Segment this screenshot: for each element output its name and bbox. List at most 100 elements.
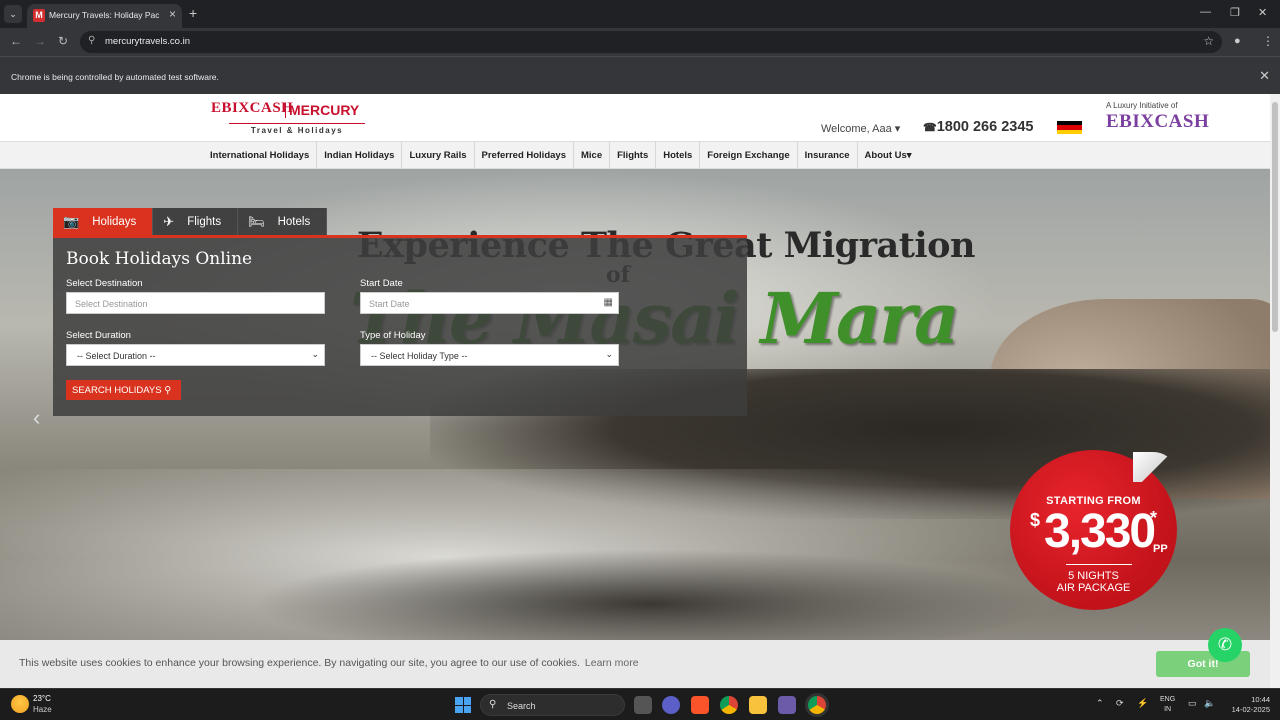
web-page: EBIXCASH MERCURY Travel & Holidays Welco… (0, 94, 1270, 688)
language-indicator[interactable]: ENG IN (1160, 695, 1175, 715)
nav-item-mice[interactable]: Mice (574, 142, 611, 169)
search-button-label: SEARCH HOLIDAYS (72, 385, 162, 396)
booking-tabs: 📷 Holidays ✈ Flights 🛏 Hotels (53, 208, 328, 235)
tab-holidays[interactable]: 📷 Holidays (53, 208, 154, 235)
promo-air-package: AIR PACKAGE (1056, 582, 1131, 594)
whatsapp-icon[interactable]: ✆ (1208, 628, 1242, 662)
bookmark-star-icon[interactable]: ☆ (1203, 34, 1214, 48)
welcome-dropdown[interactable]: Welcome, Aaa ▾ (821, 122, 900, 135)
promo-per-person: PP (1153, 543, 1168, 555)
booking-panel: Book Holidays Online Select Destination … (53, 235, 747, 416)
display-icon[interactable]: ▭ (1188, 698, 1197, 709)
network-icon[interactable]: ⚡ (1137, 698, 1148, 709)
nav-item-preferred-holidays[interactable]: Preferred Holidays (475, 142, 574, 169)
learn-more-link[interactable]: Learn more (585, 657, 639, 669)
tab-list-button[interactable]: ⌄ (4, 5, 22, 23)
start-date-label: Start Date (360, 278, 403, 289)
back-icon[interactable]: ← (10, 34, 22, 48)
volume-icon[interactable]: 🔈 (1204, 698, 1215, 709)
tab-flights[interactable]: ✈ Flights (153, 208, 239, 235)
destination-label: Select Destination (66, 278, 143, 289)
destination-placeholder: Select Destination (75, 299, 148, 309)
main-nav: International Holidays Indian Holidays Lux… (0, 141, 1270, 169)
search-holidays-button[interactable]: SEARCH HOLIDAYS ⚲ (66, 380, 181, 400)
luxury-initiative-text: A Luxury Initiative of (1106, 101, 1178, 110)
search-icon: ⚲ (489, 699, 497, 710)
tray-overflow-icon[interactable]: ⌃ (1096, 698, 1104, 709)
browser-tab[interactable]: M Mercury Travels: Holiday Packages × (27, 4, 182, 28)
duration-select[interactable]: -- Select Duration -- ⌄ (66, 344, 325, 366)
clock-time: 10:44 (1251, 695, 1270, 704)
nav-item-international-holidays[interactable]: International Holidays (203, 142, 318, 169)
ebixcash-logo: EBIXCASH (1106, 111, 1210, 132)
nav-item-label: Preferred Holidays (481, 150, 566, 161)
destination-input[interactable]: Select Destination (66, 292, 325, 314)
new-tab-icon[interactable]: + (189, 5, 197, 21)
nav-item-flights[interactable]: Flights (610, 142, 657, 169)
phone-number[interactable]: ☎1800 266 2345 (923, 119, 1033, 135)
chrome-active-icon[interactable] (808, 696, 826, 714)
tab-close-icon[interactable]: × (169, 7, 176, 21)
price-promo-badge[interactable]: STARTING FROM $ 3,330 * PP 5 NIGHTS AIR P… (1010, 450, 1177, 610)
mercury-logo[interactable]: EBIXCASH MERCURY Travel & Holidays (211, 99, 365, 135)
nav-item-foreign-exchange[interactable]: Foreign Exchange (700, 142, 798, 169)
page-scrollbar[interactable] (1270, 94, 1280, 688)
automation-notice: Chrome is being controlled by automated … (11, 72, 219, 82)
brave-icon[interactable] (691, 696, 709, 714)
scroll-thumb[interactable] (1272, 102, 1278, 332)
forward-icon[interactable]: → (34, 34, 46, 48)
logo-ebix-text: EBIXCASH (211, 100, 294, 116)
phone-icon: ☎ (923, 122, 937, 134)
chrome-icon[interactable] (720, 696, 738, 714)
calendar-icon[interactable]: ▦ (604, 297, 613, 308)
nav-item-label: Foreign Exchange (707, 150, 790, 161)
restore-icon[interactable]: ❐ (1230, 6, 1240, 19)
caret-down-icon: ▾ (906, 150, 912, 161)
clock[interactable]: 10:44 14-02-2025 (1226, 695, 1270, 715)
promo-asterisk: * (1150, 508, 1158, 528)
nav-item-label: Flights (617, 150, 649, 161)
holiday-type-select[interactable]: -- Select Holiday Type -- ⌄ (360, 344, 619, 366)
logo-tagline: Travel & Holidays (229, 123, 365, 135)
site-info-icon[interactable]: ⚲ (88, 35, 95, 46)
weather-sun-icon[interactable] (11, 695, 29, 713)
start-date-input[interactable]: Start Date ▦ (360, 292, 619, 314)
caret-down-icon: ▾ (894, 123, 901, 135)
taskbar-search[interactable]: ⚲ Search (480, 694, 625, 716)
app-icon[interactable] (778, 696, 796, 714)
nav-list: International Holidays Indian Holidays Lux… (203, 142, 919, 169)
reload-icon[interactable]: ↻ (58, 34, 68, 48)
nav-item-about-us[interactable]: About Us▾ (858, 142, 919, 169)
address-bar[interactable]: ⚲ mercurytravels.co.in ☆ (80, 31, 1222, 53)
url-text[interactable]: mercurytravels.co.in (105, 36, 190, 47)
minimize-icon[interactable]: — (1200, 6, 1211, 18)
profile-icon[interactable]: ● (1234, 35, 1248, 49)
window-close-icon[interactable]: ✕ (1258, 6, 1267, 19)
nav-item-indian-holidays[interactable]: Indian Holidays (317, 142, 403, 169)
nav-item-hotels[interactable]: Hotels (656, 142, 701, 169)
booking-heading: Book Holidays Online (66, 249, 253, 269)
nav-item-insurance[interactable]: Insurance (798, 142, 858, 169)
nav-item-label: Mice (580, 150, 603, 161)
lang-line1: ENG (1160, 696, 1176, 703)
cookie-message: This website uses cookies to enhance you… (19, 657, 639, 669)
task-view-icon[interactable] (634, 696, 652, 714)
holiday-type-label: Type of Holiday (360, 330, 426, 341)
windows-start-icon[interactable] (455, 697, 471, 713)
nav-item-luxury-rails[interactable]: Luxury Rails (402, 142, 475, 169)
camera-icon: 📷 (63, 213, 80, 229)
browser-tab-bar: ⌄ M Mercury Travels: Holiday Packages × … (0, 0, 1280, 28)
promo-currency: $ (1030, 510, 1041, 530)
carousel-prev-icon[interactable]: ‹ (33, 405, 40, 431)
german-flag-icon[interactable] (1057, 121, 1082, 134)
tab-hotels[interactable]: 🛏 Hotels (238, 208, 328, 235)
menu-icon[interactable]: ⋮ (1262, 34, 1274, 48)
teams-icon[interactable] (662, 696, 680, 714)
start-date-placeholder: Start Date (369, 299, 410, 309)
nav-item-label: Insurance (804, 150, 850, 161)
plane-icon: ✈ (163, 213, 175, 229)
infobar-close-icon[interactable]: ✕ (1259, 68, 1270, 84)
duration-label: Select Duration (66, 330, 131, 341)
sync-icon[interactable]: ⟳ (1116, 698, 1124, 709)
file-explorer-icon[interactable] (749, 696, 767, 714)
